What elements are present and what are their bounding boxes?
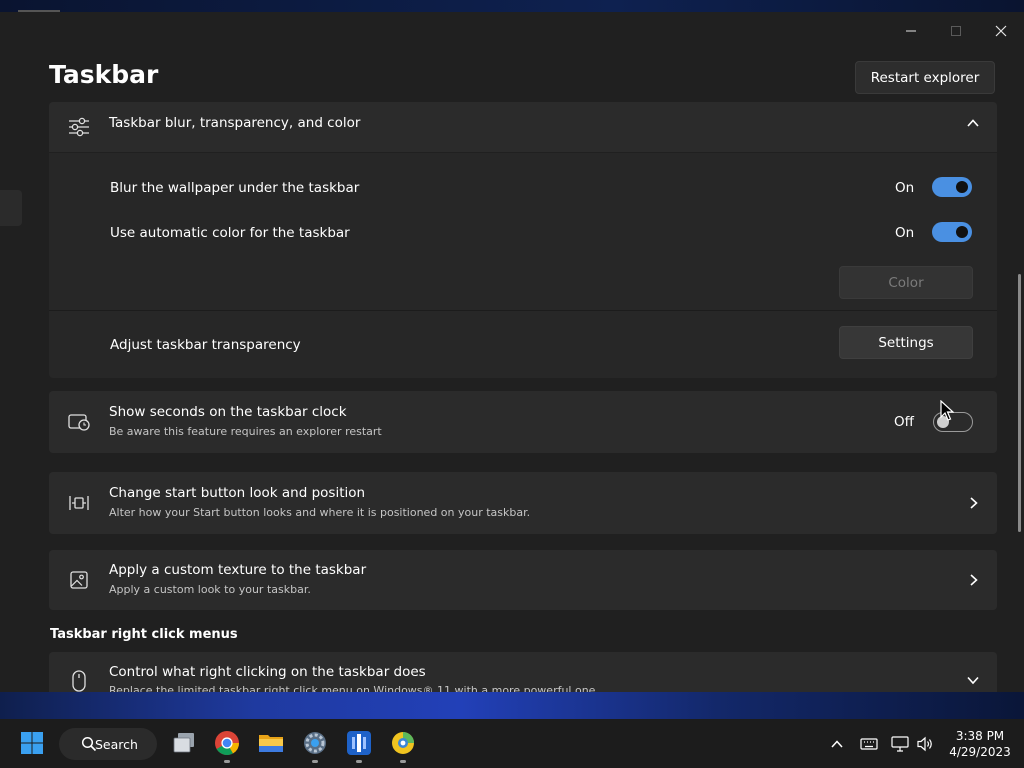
volume-icon[interactable] [916, 735, 934, 753]
auto-color-state: On [895, 225, 915, 241]
chevron-up-icon[interactable] [828, 735, 846, 753]
show-seconds-state: Off [894, 414, 914, 430]
file-explorer-icon[interactable] [257, 729, 285, 757]
show-seconds-subtitle: Be aware this feature requires an explor… [109, 425, 382, 438]
settings-icon[interactable] [301, 729, 329, 757]
chevron-down-icon[interactable] [965, 672, 981, 688]
right-click-subtitle: Replace the limited taskbar right click … [109, 684, 599, 692]
clock-date: 4/29/2023 [949, 745, 1011, 759]
search-label: Search [95, 736, 138, 752]
start-button-card[interactable]: Change start button look and position Al… [49, 472, 997, 534]
search-icon [81, 736, 97, 752]
app-window: Taskbar Restart explorer Taskbar blur, t… [0, 12, 1024, 692]
running-indicator [400, 760, 406, 763]
right-click-card[interactable]: Control what right clicking on the taskb… [49, 652, 997, 692]
show-seconds-title: Show seconds on the taskbar clock [109, 404, 347, 420]
blur-wallpaper-toggle[interactable] [932, 177, 972, 197]
chevron-right-icon [965, 572, 981, 588]
image-icon [67, 568, 91, 592]
network-icon[interactable] [891, 735, 909, 753]
sliders-icon [67, 115, 91, 139]
custom-texture-title: Apply a custom texture to the taskbar [109, 562, 367, 578]
chrome-icon[interactable] [213, 729, 241, 757]
right-click-menus-heading: Taskbar right click menus [50, 627, 238, 642]
running-indicator [356, 760, 362, 763]
blur-wallpaper-state: On [895, 180, 915, 196]
show-seconds-card: Show seconds on the taskbar clock Be awa… [49, 391, 997, 453]
toggle-knob [956, 181, 968, 193]
chevron-up-icon[interactable] [965, 115, 981, 131]
page-title: Taskbar [49, 60, 159, 89]
custom-texture-card[interactable]: Apply a custom texture to the taskbar Ap… [49, 550, 997, 610]
running-indicator [312, 760, 318, 763]
close-button[interactable] [978, 16, 1024, 46]
toggle-knob [956, 226, 968, 238]
custom-texture-subtitle: Apply a custom look to your taskbar. [109, 583, 311, 596]
clock-icon [67, 410, 91, 434]
keyboard-icon[interactable] [860, 735, 878, 753]
auto-color-toggle[interactable] [932, 222, 972, 242]
color-button[interactable]: Color [839, 266, 973, 299]
transparency-settings-button[interactable]: Settings [839, 326, 973, 359]
desktop-wallpaper-top [0, 0, 1024, 12]
running-indicator [224, 760, 230, 763]
blur-transparency-expander-body: Blur the wallpaper under the taskbar On … [49, 153, 997, 378]
task-view-icon[interactable] [170, 729, 198, 757]
auto-color-label: Use automatic color for the taskbar [110, 225, 350, 241]
start-icon[interactable] [18, 729, 46, 757]
taskbar-search[interactable]: Search [59, 728, 157, 760]
start-button-subtitle: Alter how your Start button looks and wh… [109, 506, 531, 519]
maximize-button[interactable] [933, 16, 979, 46]
mouse-cursor [940, 399, 955, 426]
expander-title: Taskbar blur, transparency, and color [109, 115, 361, 131]
app-icon[interactable] [345, 729, 373, 757]
close-icon [995, 25, 1007, 37]
clock-time: 3:38 PM [955, 729, 1005, 743]
taskbar: Search 3:38 PM 4/29/2023 [0, 719, 1024, 768]
vertical-scrollbar[interactable] [1018, 274, 1021, 532]
blur-wallpaper-label: Blur the wallpaper under the taskbar [110, 180, 360, 196]
align-center-icon [67, 491, 91, 515]
divider [49, 310, 997, 311]
minimize-button[interactable] [888, 16, 934, 46]
navigation-pane-item[interactable] [0, 190, 22, 226]
start-button-title: Change start button look and position [109, 485, 366, 501]
browser-icon[interactable] [389, 729, 417, 757]
transparency-label: Adjust taskbar transparency [110, 337, 301, 353]
blur-transparency-expander-header[interactable]: Taskbar blur, transparency, and color [49, 102, 997, 152]
chevron-right-icon [965, 495, 981, 511]
maximize-icon [951, 26, 961, 36]
taskbar-clock[interactable]: 3:38 PM 4/29/2023 [945, 728, 1015, 760]
mouse-icon [67, 669, 91, 692]
desktop-wallpaper [0, 692, 1024, 719]
restart-explorer-button[interactable]: Restart explorer [855, 61, 995, 94]
minimize-icon [906, 30, 916, 32]
right-click-title: Control what right clicking on the taskb… [109, 664, 426, 680]
